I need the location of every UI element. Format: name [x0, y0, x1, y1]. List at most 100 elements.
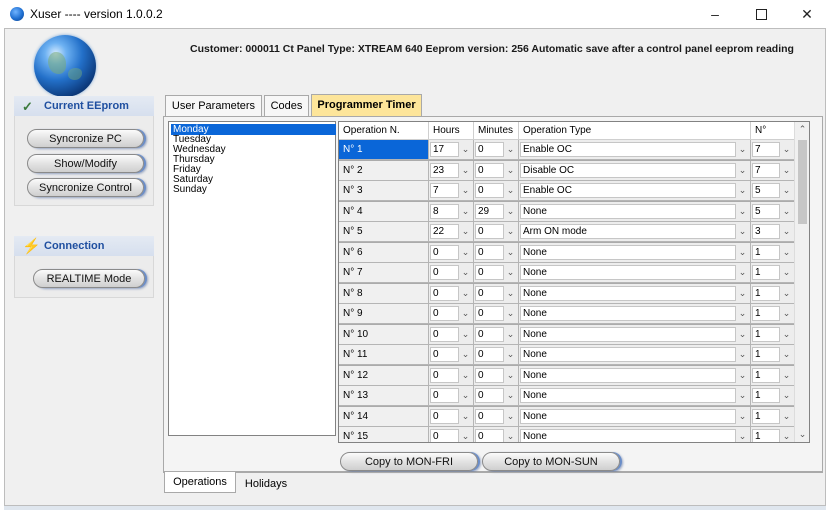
- n-combo[interactable]: 1 ⌄: [751, 345, 795, 365]
- n-combo[interactable]: 3 ⌄: [751, 222, 795, 242]
- tab-operations[interactable]: Operations: [164, 472, 236, 493]
- hours-combo[interactable]: 0 ⌄: [429, 304, 474, 324]
- chevron-down-icon[interactable]: ⌄: [780, 286, 793, 301]
- chevron-down-icon[interactable]: ⌄: [780, 183, 793, 198]
- chevron-down-icon[interactable]: ⌄: [736, 245, 749, 260]
- scrollbar-thumb[interactable]: [798, 140, 807, 224]
- operation-number-cell[interactable]: N° 14: [339, 406, 429, 427]
- chevron-down-icon[interactable]: ⌄: [736, 409, 749, 424]
- operation-number-cell[interactable]: N° 15: [339, 427, 429, 442]
- operation-number-cell[interactable]: N° 10: [339, 324, 429, 345]
- chevron-down-icon[interactable]: ⌄: [504, 388, 517, 403]
- chevron-down-icon[interactable]: ⌄: [459, 265, 472, 280]
- operation-number-cell[interactable]: N° 3: [339, 181, 429, 201]
- chevron-down-icon[interactable]: ⌄: [504, 245, 517, 260]
- chevron-down-icon[interactable]: ⌄: [459, 204, 472, 219]
- type-combo[interactable]: None ⌄: [519, 365, 751, 386]
- hours-combo[interactable]: 0 ⌄: [429, 365, 474, 386]
- operation-number-cell[interactable]: N° 7: [339, 263, 429, 283]
- type-combo[interactable]: None ⌄: [519, 263, 751, 283]
- n-combo[interactable]: 1 ⌄: [751, 427, 795, 442]
- chevron-down-icon[interactable]: ⌄: [780, 245, 793, 260]
- chevron-down-icon[interactable]: ⌄: [736, 183, 749, 198]
- minutes-combo[interactable]: 0 ⌄: [474, 386, 519, 406]
- hours-combo[interactable]: 8 ⌄: [429, 201, 474, 222]
- minutes-combo[interactable]: 0 ⌄: [474, 181, 519, 201]
- n-combo[interactable]: 7 ⌄: [751, 140, 795, 160]
- chevron-down-icon[interactable]: ⌄: [736, 286, 749, 301]
- show-modify-button[interactable]: Show/Modify: [27, 154, 144, 173]
- chevron-down-icon[interactable]: ⌄: [780, 265, 793, 280]
- scroll-down-icon[interactable]: ⌄: [795, 429, 810, 440]
- chevron-down-icon[interactable]: ⌄: [459, 388, 472, 403]
- chevron-down-icon[interactable]: ⌄: [736, 347, 749, 362]
- chevron-down-icon[interactable]: ⌄: [504, 429, 517, 442]
- chevron-down-icon[interactable]: ⌄: [504, 347, 517, 362]
- n-combo[interactable]: 1 ⌄: [751, 304, 795, 324]
- chevron-down-icon[interactable]: ⌄: [780, 327, 793, 342]
- chevron-down-icon[interactable]: ⌄: [736, 368, 749, 383]
- type-combo[interactable]: None ⌄: [519, 427, 751, 442]
- chevron-down-icon[interactable]: ⌄: [459, 409, 472, 424]
- type-combo[interactable]: None ⌄: [519, 201, 751, 222]
- chevron-down-icon[interactable]: ⌄: [736, 204, 749, 219]
- n-combo[interactable]: 5 ⌄: [751, 181, 795, 201]
- type-combo[interactable]: None ⌄: [519, 304, 751, 324]
- type-combo[interactable]: None ⌄: [519, 406, 751, 427]
- chevron-down-icon[interactable]: ⌄: [459, 347, 472, 362]
- copy-mon-sun-button[interactable]: Copy to MON-SUN: [482, 452, 620, 471]
- type-combo[interactable]: None ⌄: [519, 345, 751, 365]
- hours-combo[interactable]: 0 ⌄: [429, 242, 474, 263]
- chevron-down-icon[interactable]: ⌄: [459, 327, 472, 342]
- tab-user-parameters[interactable]: User Parameters: [165, 95, 262, 116]
- chevron-down-icon[interactable]: ⌄: [504, 142, 517, 157]
- chevron-down-icon[interactable]: ⌄: [459, 183, 472, 198]
- type-combo[interactable]: None ⌄: [519, 283, 751, 304]
- minutes-combo[interactable]: 0 ⌄: [474, 222, 519, 242]
- hours-combo[interactable]: 0 ⌄: [429, 406, 474, 427]
- tab-programmer-timer[interactable]: Programmer Timer: [311, 94, 422, 117]
- hours-combo[interactable]: 22 ⌄: [429, 222, 474, 242]
- operation-number-cell[interactable]: N° 9: [339, 304, 429, 324]
- chevron-down-icon[interactable]: ⌄: [736, 327, 749, 342]
- chevron-down-icon[interactable]: ⌄: [780, 409, 793, 424]
- n-combo[interactable]: 1 ⌄: [751, 406, 795, 427]
- hours-combo[interactable]: 0 ⌄: [429, 324, 474, 345]
- operation-number-cell[interactable]: N° 2: [339, 160, 429, 181]
- chevron-down-icon[interactable]: ⌄: [780, 142, 793, 157]
- minutes-combo[interactable]: 0 ⌄: [474, 283, 519, 304]
- syncronize-control-button[interactable]: Syncronize Control: [27, 178, 144, 197]
- n-combo[interactable]: 1 ⌄: [751, 365, 795, 386]
- days-list[interactable]: Monday Tuesday Wednesday Thursday Friday Satu…: [168, 121, 336, 436]
- minutes-combo[interactable]: 29 ⌄: [474, 201, 519, 222]
- operation-number-cell[interactable]: N° 6: [339, 242, 429, 263]
- maximize-button[interactable]: [738, 0, 784, 28]
- type-combo[interactable]: None ⌄: [519, 324, 751, 345]
- minutes-combo[interactable]: 0 ⌄: [474, 324, 519, 345]
- hours-combo[interactable]: 0 ⌄: [429, 283, 474, 304]
- minutes-combo[interactable]: 0 ⌄: [474, 406, 519, 427]
- chevron-down-icon[interactable]: ⌄: [504, 327, 517, 342]
- scroll-up-icon[interactable]: ⌃: [795, 124, 810, 135]
- chevron-down-icon[interactable]: ⌄: [504, 265, 517, 280]
- n-combo[interactable]: 1 ⌄: [751, 324, 795, 345]
- type-combo[interactable]: Enable OC ⌄: [519, 181, 751, 201]
- copy-mon-fri-button[interactable]: Copy to MON-FRI: [340, 452, 478, 471]
- chevron-down-icon[interactable]: ⌄: [736, 224, 749, 239]
- chevron-down-icon[interactable]: ⌄: [459, 368, 472, 383]
- minutes-combo[interactable]: 0 ⌄: [474, 160, 519, 181]
- chevron-down-icon[interactable]: ⌄: [459, 306, 472, 321]
- operation-number-cell[interactable]: N° 1: [339, 140, 429, 160]
- day-item[interactable]: Sunday: [171, 184, 336, 195]
- chevron-down-icon[interactable]: ⌄: [504, 224, 517, 239]
- minutes-combo[interactable]: 0 ⌄: [474, 140, 519, 160]
- n-combo[interactable]: 1 ⌄: [751, 263, 795, 283]
- minutes-combo[interactable]: 0 ⌄: [474, 427, 519, 442]
- operation-number-cell[interactable]: N° 4: [339, 201, 429, 222]
- chevron-down-icon[interactable]: ⌄: [780, 306, 793, 321]
- chevron-down-icon[interactable]: ⌄: [504, 183, 517, 198]
- hours-combo[interactable]: 0 ⌄: [429, 427, 474, 442]
- minutes-combo[interactable]: 0 ⌄: [474, 263, 519, 283]
- chevron-down-icon[interactable]: ⌄: [736, 388, 749, 403]
- n-combo[interactable]: 1 ⌄: [751, 386, 795, 406]
